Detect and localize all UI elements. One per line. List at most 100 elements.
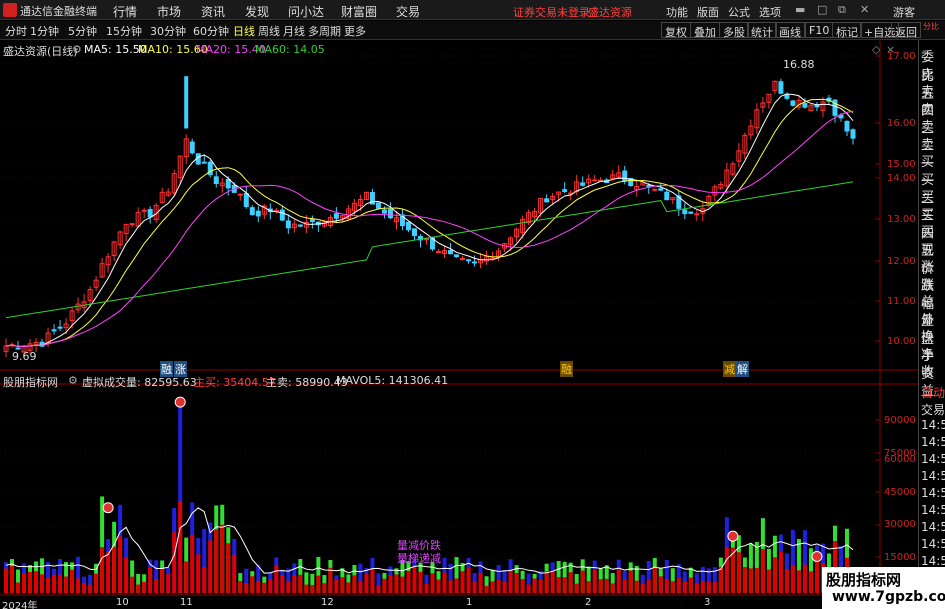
volume-bar-buy (262, 582, 267, 593)
period-multi[interactable]: 多周期 (308, 23, 341, 39)
menu-item-jiaoyi[interactable]: 交易 (396, 3, 420, 20)
volume-bar-buy (370, 568, 375, 593)
biaoji-button[interactable]: 标记 (832, 22, 862, 39)
volume-bar-buy (562, 577, 567, 593)
guest-label[interactable]: 游客 (893, 4, 915, 20)
menu-item-faxian[interactable]: 发现 (245, 3, 269, 20)
volume-bar-buy (406, 570, 411, 593)
window-icon[interactable]: □ (817, 3, 827, 16)
tongji-button[interactable]: 统计 (747, 22, 777, 39)
candle-body (790, 100, 796, 106)
diamond-icon[interactable]: ◇ (872, 43, 880, 56)
candle-body (15, 347, 21, 350)
volume-bar-buy (442, 572, 447, 593)
candle-body (381, 209, 387, 214)
volume-bar-buy (748, 568, 753, 593)
settings-icon[interactable]: ⚙ (72, 43, 82, 56)
app-logo-icon (3, 3, 17, 17)
volume-bar-buy (118, 536, 123, 593)
vol-tick: 15000 (884, 552, 916, 563)
volume-bar-buy (238, 580, 243, 593)
menu-item-wenxiaoda[interactable]: 问小达 (288, 3, 324, 20)
volume-bar-buy (706, 581, 711, 593)
fanhui-button[interactable]: 返回 (891, 22, 921, 39)
x-label: 2 (585, 597, 592, 608)
volume-bar-buy (640, 583, 645, 593)
volume-bar-buy (328, 567, 333, 593)
huaxian-button[interactable]: 画线 (775, 22, 805, 39)
volume-bar-buy (574, 583, 579, 593)
period-monthly[interactable]: 月线 (283, 23, 305, 39)
volume-bar-buy (400, 576, 405, 593)
sub-settings-icon[interactable]: ⚙ (68, 374, 78, 387)
menu-item-banmian[interactable]: 版面 (697, 4, 719, 20)
volume-bar-buy (424, 584, 429, 593)
trade-label-0[interactable]: 自动 (921, 384, 945, 401)
volume-bar-buy (754, 568, 759, 593)
fuquan-button[interactable]: 复权 (661, 22, 691, 39)
volume-bar-buy (268, 579, 273, 593)
volume-bar-buy (22, 573, 27, 593)
volume-bar-buy (604, 578, 609, 593)
volume-bar-buy (214, 529, 219, 593)
volume-bar-buy (106, 551, 111, 593)
stock-tag: 盛达资源 (588, 6, 632, 19)
period-1min[interactable]: 1分钟 (30, 23, 59, 39)
candle-body (844, 120, 850, 132)
minimize-icon[interactable]: ▬ (795, 3, 805, 16)
menu-item-shichang[interactable]: 市场 (157, 3, 181, 20)
menu-item-gongneng[interactable]: 功能 (666, 4, 688, 20)
volume-bar-buy (526, 584, 531, 593)
high-marker: 16.88 (783, 58, 815, 71)
volume-bar-buy (388, 574, 393, 593)
period-30min[interactable]: 30分钟 (150, 23, 186, 39)
price-tick: 10.00 (887, 336, 916, 347)
candle-body (387, 208, 393, 219)
period-more[interactable]: 更多 (344, 23, 366, 39)
volume-bar-buy (478, 572, 483, 593)
trade-label-7: 14:5 (921, 503, 945, 517)
chart-area[interactable] (0, 40, 918, 609)
volume-bar-buy (664, 578, 669, 593)
candle-body (333, 213, 339, 219)
volume-bar-buy (790, 564, 795, 593)
period-15min[interactable]: 15分钟 (106, 23, 142, 39)
f10-button[interactable]: F10 (805, 22, 834, 38)
volume-bar-buy (358, 580, 363, 593)
period-weekly[interactable]: 周线 (258, 23, 280, 39)
event-tag-jie[interactable]: 解 (736, 361, 749, 377)
menu-item-xuanxiang[interactable]: 选项 (759, 4, 781, 20)
diejia-button[interactable]: 叠加 (690, 22, 720, 39)
period-daily[interactable]: 日线 (233, 23, 255, 39)
volume-bar-buy (88, 584, 93, 593)
x-label: 1 (466, 597, 473, 608)
menu-item-gongshi[interactable]: 公式 (728, 4, 750, 20)
duogu-button[interactable]: 多股 (719, 22, 749, 39)
period-fenshi[interactable]: 分时 (5, 23, 27, 39)
close-icon[interactable]: ✕ (860, 3, 869, 16)
restore-icon[interactable]: ⧉ (838, 3, 846, 17)
volume-bar-buy (382, 578, 387, 593)
volume-bar-buy (490, 581, 495, 593)
volume-bar-buy (694, 582, 699, 593)
event-tag-rong2[interactable]: 融 (560, 361, 573, 377)
volume-bar-buy (316, 575, 321, 593)
menu-item-hangqing[interactable]: 行情 (113, 3, 137, 20)
volume-bar-buy (346, 582, 351, 593)
event-tag-jian[interactable]: 减 (723, 361, 736, 377)
menu-item-zixun[interactable]: 资讯 (201, 3, 225, 20)
volume-bar-buy (430, 573, 435, 593)
candle-body (147, 209, 153, 218)
trade-label-1[interactable]: 交易 (921, 401, 945, 418)
login-status[interactable]: 证券交易未登录 (513, 4, 590, 20)
vol-tick: 90000 (884, 415, 916, 426)
period-60min[interactable]: 60分钟 (193, 23, 229, 39)
annotation-liangti: 量梯递减 (397, 552, 441, 565)
chart-title: 盛达资源(日线) (3, 45, 78, 58)
volume-bar-buy (34, 571, 39, 593)
menu-item-caifuquan[interactable]: 财富圈 (341, 3, 377, 20)
fenbi-label: 分比 (923, 22, 939, 31)
candle-body (544, 198, 550, 203)
period-5min[interactable]: 5分钟 (68, 23, 97, 39)
candle-body (57, 326, 63, 329)
